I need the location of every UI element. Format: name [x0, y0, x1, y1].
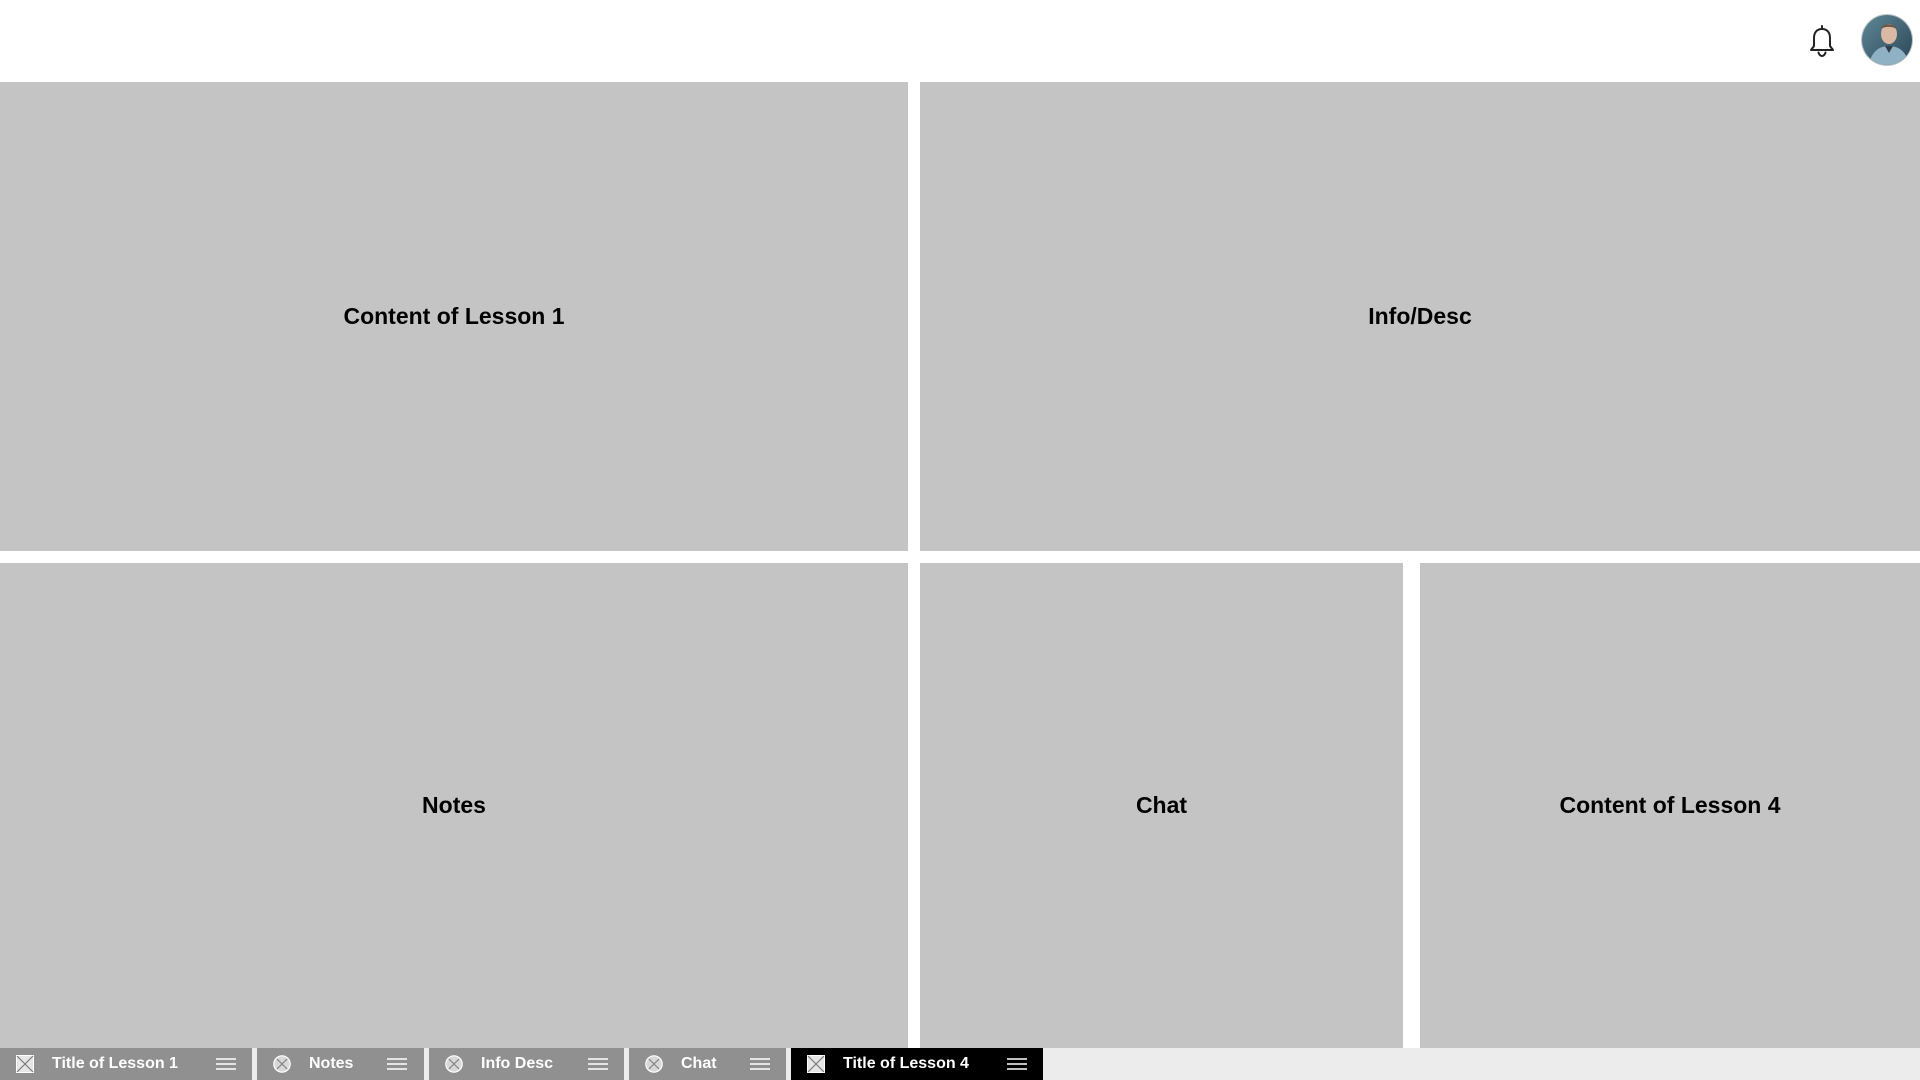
panel-title: Content of Lesson 4 [1559, 792, 1781, 818]
tab-notes[interactable]: Notes [257, 1048, 424, 1080]
panel-title: Info/Desc [1368, 303, 1472, 329]
info-desc-panel[interactable]: Info/Desc [920, 82, 1920, 551]
tab-title-of-lesson-1[interactable]: Title of Lesson 1 [0, 1048, 252, 1080]
lesson-4-content-panel[interactable]: Content of Lesson 4 [1420, 563, 1920, 1048]
chat-panel[interactable]: Chat [920, 563, 1403, 1048]
tab-label: Title of Lesson 1 [52, 1055, 178, 1072]
lesson-1-content-panel[interactable]: Content of Lesson 1 [0, 82, 908, 551]
menu-icon[interactable] [750, 1057, 770, 1071]
notes-panel[interactable]: Notes [0, 563, 908, 1048]
panel-title: Notes [422, 792, 486, 818]
tab-label: Info Desc [481, 1055, 554, 1072]
image-placeholder-icon[interactable] [807, 1055, 825, 1073]
menu-icon[interactable] [1007, 1057, 1027, 1071]
user-avatar[interactable] [1862, 15, 1912, 65]
tab-chat[interactable]: Chat [629, 1048, 786, 1080]
menu-icon[interactable] [588, 1057, 608, 1071]
circle-x-icon[interactable] [273, 1055, 291, 1073]
image-placeholder-icon[interactable] [16, 1055, 34, 1073]
bell-icon[interactable] [1805, 24, 1839, 58]
tab-label: Title of Lesson 4 [843, 1055, 969, 1072]
tab-label: Notes [309, 1055, 354, 1072]
panel-title: Chat [1135, 792, 1188, 818]
tab-title-of-lesson-4[interactable]: Title of Lesson 4 [791, 1048, 1043, 1080]
menu-icon[interactable] [387, 1057, 407, 1071]
panel-title: Content of Lesson 1 [343, 303, 565, 329]
tab-info-desc[interactable]: Info Desc [429, 1048, 624, 1080]
taskbar: Title of Lesson 1 Notes Info Desc Chat T… [0, 1048, 1920, 1080]
circle-x-icon[interactable] [645, 1055, 663, 1073]
top-bar [0, 0, 1920, 82]
circle-x-icon[interactable] [445, 1055, 463, 1073]
tab-label: Chat [681, 1055, 717, 1072]
menu-icon[interactable] [216, 1057, 236, 1071]
